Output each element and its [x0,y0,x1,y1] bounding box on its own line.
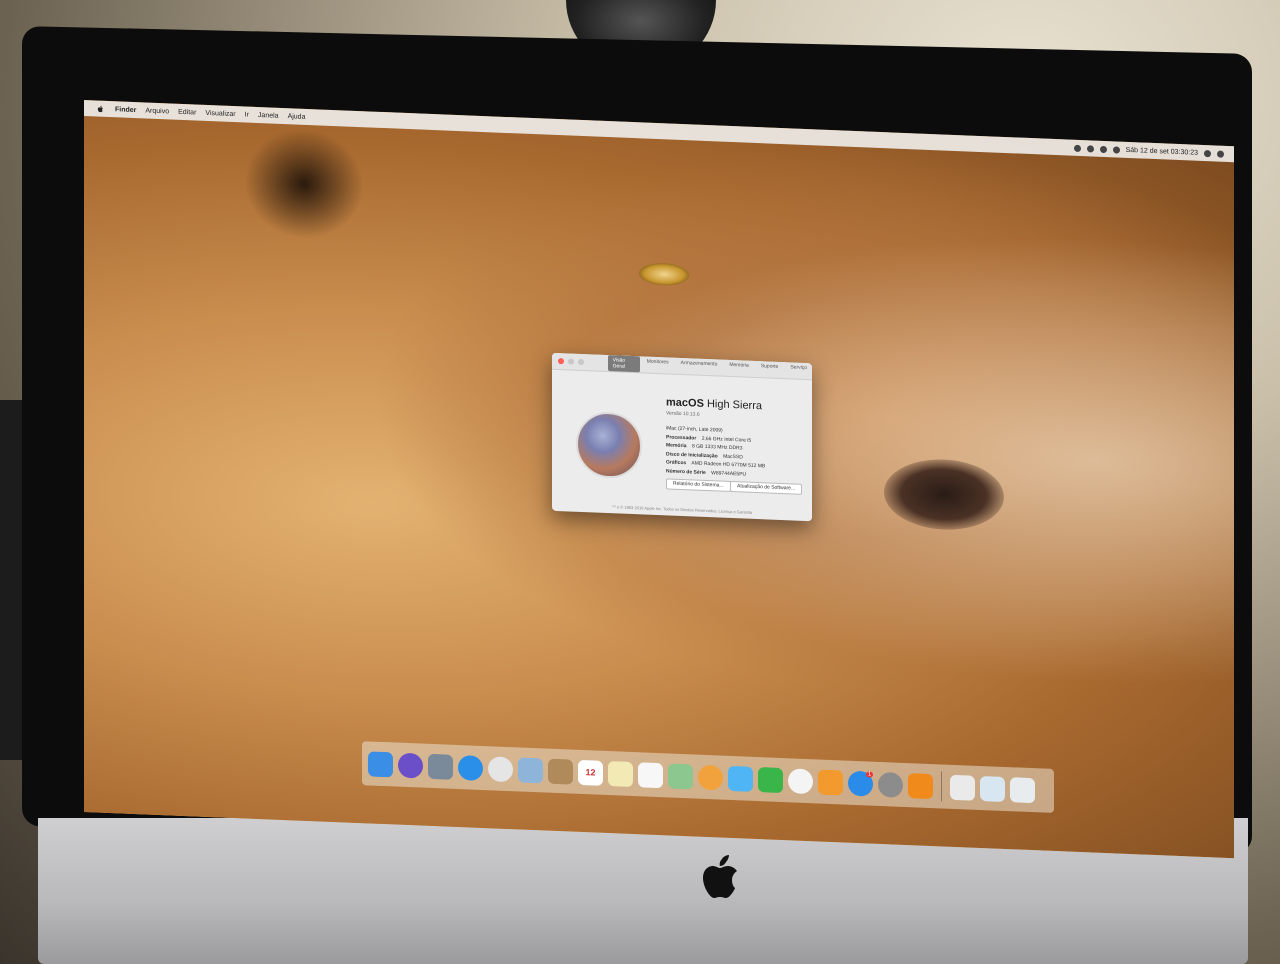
tab-armazenamento[interactable]: Armazenamento [676,358,723,376]
launchpad-icon[interactable] [428,753,453,780]
spec-value: 2,66 GHz Intel Core i5 [701,435,752,444]
spec-key: Processador [666,433,697,442]
system-report-button[interactable]: Relatório do Sistema... [666,478,731,492]
tab-suporte[interactable]: Suporte [756,361,784,378]
messages-icon[interactable] [728,765,753,792]
os-name-rest: High Sierra [706,398,763,413]
contacts-icon[interactable] [548,758,573,785]
spec-key: Disco de Inicialização [666,451,718,460]
calendar-date: 12 [585,767,596,778]
minimize-button[interactable] [567,358,574,365]
zoom-button[interactable] [577,358,584,366]
reminders-icon[interactable] [638,761,663,788]
itunes-icon[interactable] [788,767,813,794]
tab-servico[interactable]: Serviço [785,362,812,379]
siri-icon[interactable] [398,752,423,779]
notes-icon[interactable] [608,760,633,787]
tab-memoria[interactable]: Memória [724,360,753,377]
os-title: macOS High Sierra [666,396,762,412]
screen: Finder Arquivo Editar Visualizar Ir Jane… [84,100,1234,859]
spotlight-icon[interactable] [1204,149,1211,157]
menu-finder[interactable]: Finder [115,106,136,114]
spec-value: W89744AE5PU [711,470,747,478]
menu-ajuda[interactable]: Ajuda [288,113,306,121]
mail-icon[interactable] [518,756,543,783]
wifi-icon[interactable] [1099,145,1107,153]
software-update-button[interactable]: Atualização de Software... [730,480,803,495]
spec-key: Número de Série [666,468,706,476]
photos-icon[interactable] [698,764,723,791]
downloads-icon[interactable] [950,774,975,801]
wallpaper-lion-nose [884,457,1004,532]
facetime-icon[interactable] [758,766,783,793]
notification-center-icon[interactable] [1217,150,1224,158]
menu-editar[interactable]: Editar [178,108,196,116]
wallpaper-shadow [244,126,364,242]
os-name-bold: macOS [666,396,704,410]
close-button[interactable] [558,358,564,365]
spec-list: iMac (27-inch, Late 2009) Processador 2,… [666,424,765,480]
vlc-icon[interactable] [908,772,933,799]
about-this-mac-window: Visão Geral Monitores Armazenamento Memó… [552,352,812,522]
menu-janela[interactable]: Janela [258,111,279,119]
os-version: Versão 10.13.6 [666,410,700,418]
ibooks-icon[interactable] [818,768,843,795]
safari-icon[interactable] [458,754,483,781]
app-store-badge: 1 [865,771,874,778]
apple-menu-icon[interactable] [96,104,105,113]
calendar-icon[interactable]: 12 [578,759,603,786]
trash-icon[interactable] [1010,776,1035,803]
app-store-icon[interactable]: 1 [848,770,874,797]
about-body: macOS High Sierra Versão 10.13.6 iMac (2… [552,370,812,521]
apple-logo-icon [703,855,737,898]
wallpaper-lion-eye [639,262,689,287]
folder-icon[interactable] [980,775,1005,802]
high-sierra-logo-icon [576,410,642,480]
volume-icon[interactable] [1112,145,1120,154]
airplay-icon[interactable] [1073,144,1081,152]
maps-icon[interactable] [668,762,693,789]
spec-value: iMac (27-inch, Late 2009) [666,425,723,434]
menu-visualizar[interactable]: Visualizar [205,109,235,117]
chrome-icon[interactable] [488,755,513,782]
system-preferences-icon[interactable] [878,771,903,798]
spec-value: 8 GB 1333 MHz DDR3 [691,443,743,452]
spec-key: Gráficos [666,459,687,467]
menu-clock[interactable]: Sáb 12 de set 03:30:23 [1126,146,1198,156]
menu-extras: Sáb 12 de set 03:30:23 [1073,144,1224,158]
finder-icon[interactable] [368,750,393,777]
tab-visao-geral[interactable]: Visão Geral [607,355,640,373]
spec-key: Memória [666,442,687,450]
spec-value: MacSSD [723,453,743,461]
menu-ir[interactable]: Ir [245,111,249,118]
menu-arquivo[interactable]: Arquivo [145,107,169,115]
bluetooth-icon[interactable] [1086,144,1094,153]
dock-separator [941,771,942,802]
tab-monitores[interactable]: Monitores [642,356,674,373]
